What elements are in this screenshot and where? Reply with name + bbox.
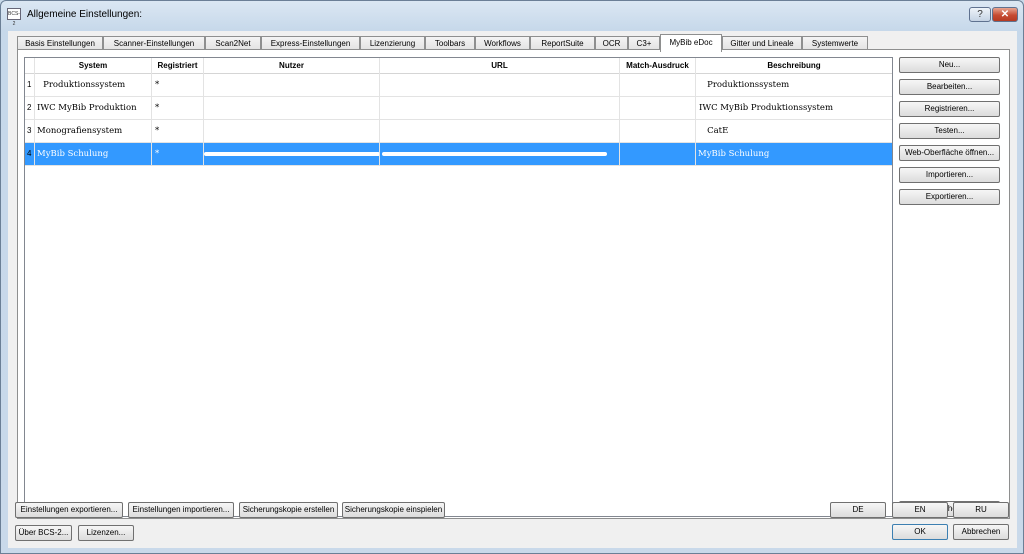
neu-button[interactable]: Neu... [899,57,1000,73]
cell-nutzer [204,74,380,96]
cell-registriert: * [152,143,204,165]
table-row[interactable]: 2 IWC MyBib Produktion * IWC MyBib Produ… [25,97,892,120]
export-settings-button[interactable]: Einstellungen exportieren... [15,502,123,518]
dialog-client-area: Basis Einstellungen Scanner-Einstellunge… [8,31,1017,548]
about-button[interactable]: Über BCS-2... [15,525,72,541]
cell-match-ausdruck [620,120,696,142]
import-settings-button[interactable]: Einstellungen importieren... [128,502,234,518]
importieren-button[interactable]: Importieren... [899,167,1000,183]
cell-system: IWC MyBib Produktion [35,97,152,119]
close-button[interactable]: ✕ [992,7,1018,22]
cell-match-ausdruck [620,97,696,119]
cell-system: Produktionssystem [35,74,152,96]
cell-nutzer [204,97,380,119]
settings-window: BCS-2 Allgemeine Einstellungen: ? ✕ Basi… [0,0,1024,554]
app-icon: BCS-2 [7,8,21,27]
window-title: Allgemeine Einstellungen: [27,9,143,20]
row-number: 3 [25,120,35,142]
column-header-system[interactable]: System [35,58,152,74]
cell-beschreibung: IWC MyBib Produktionssystem [699,103,833,113]
cell-nutzer [204,143,380,165]
restore-backup-button[interactable]: Sicherungskopie einspielen [342,502,445,518]
language-ru-button[interactable]: RU [953,502,1009,518]
tab-mybib-edoc[interactable]: MyBib eDoc [660,34,722,52]
row-number: 2 [25,97,35,119]
column-header-match-ausdruck[interactable]: Match-Ausdruck [620,58,696,74]
cell-url [380,97,620,119]
cell-system: Monografiensystem [35,120,152,142]
cell-beschreibung: CatE [699,126,729,136]
testen-button[interactable]: Testen... [899,123,1000,139]
column-header-url[interactable]: URL [380,58,620,74]
language-en-button[interactable]: EN [892,502,948,518]
table-row[interactable]: 1 Produktionssystem * Produktionssystem [25,74,892,97]
title-bar: BCS-2 Allgemeine Einstellungen: ? ✕ [1,1,1023,29]
row-number: 1 [25,74,35,96]
row-number-header [25,58,35,74]
row-number: 4 [25,143,35,165]
cell-registriert: * [152,74,204,96]
cell-url [380,143,620,165]
table-header: System Registriert Nutzer URL Match-Ausd… [25,58,892,74]
mybib-edoc-panel: System Registriert Nutzer URL Match-Ausd… [17,49,1010,519]
column-header-beschreibung[interactable]: Beschreibung [696,58,892,74]
create-backup-button[interactable]: Sicherungskopie erstellen [239,502,338,518]
ok-button[interactable]: OK [892,524,948,540]
cell-registriert: * [152,120,204,142]
column-header-nutzer[interactable]: Nutzer [204,58,380,74]
web-oberflaeche-button[interactable]: Web-Oberfläche öffnen... [899,145,1000,161]
redacted-value [204,151,379,156]
cell-url [380,74,620,96]
cell-nutzer [204,120,380,142]
exportieren-button[interactable]: Exportieren... [899,189,1000,205]
cell-url [380,120,620,142]
cell-match-ausdruck [620,143,696,165]
systems-table[interactable]: System Registriert Nutzer URL Match-Ausd… [24,57,893,517]
column-header-registriert[interactable]: Registriert [152,58,204,74]
licenses-button[interactable]: Lizenzen... [78,525,134,541]
bearbeiten-button[interactable]: Bearbeiten... [899,79,1000,95]
redacted-value [382,151,607,156]
language-de-button[interactable]: DE [830,502,886,518]
cell-system: MyBib Schulung [35,143,152,165]
cell-registriert: * [152,97,204,119]
cancel-button[interactable]: Abbrechen [953,524,1009,540]
registrieren-button[interactable]: Registrieren... [899,101,1000,117]
table-row-selected[interactable]: 4 MyBib Schulung * MyBib Schulung [25,143,892,166]
cell-match-ausdruck [620,74,696,96]
cell-beschreibung: Produktionssystem [699,80,790,90]
help-button[interactable]: ? [969,7,991,22]
cell-beschreibung: MyBib Schulung [698,149,770,159]
table-row[interactable]: 3 Monografiensystem * CatE [25,120,892,143]
